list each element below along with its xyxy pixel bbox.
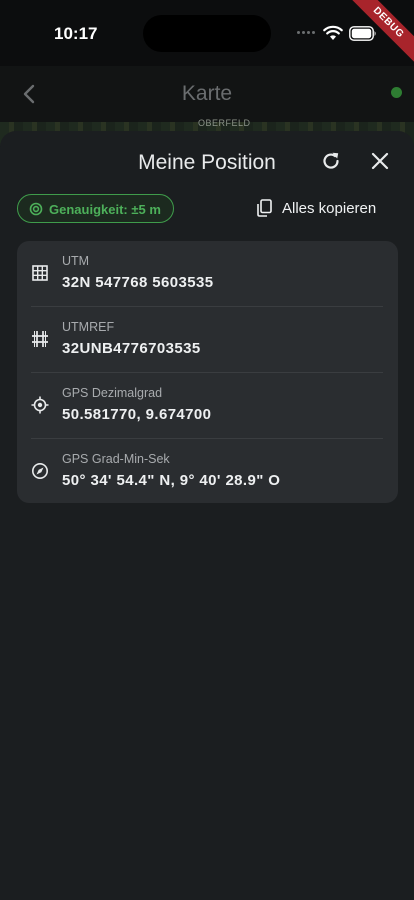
dynamic-island <box>143 15 271 52</box>
coord-label: GPS Dezimalgrad <box>62 386 163 400</box>
close-icon[interactable] <box>370 151 390 171</box>
status-bar: 10:17 DEBUG <box>0 0 414 72</box>
status-time: 10:17 <box>54 24 98 43</box>
coord-label: UTMREF <box>62 320 115 334</box>
target-icon <box>29 202 43 216</box>
signal-icon <box>297 31 317 37</box>
coord-value: 32N 547768 5603535 <box>62 274 214 291</box>
wifi-icon <box>323 25 343 40</box>
hash-grid-icon <box>32 331 48 347</box>
coord-label: GPS Grad-Min-Sek <box>62 452 170 466</box>
copy-icon <box>257 199 272 217</box>
accuracy-badge: Genauigkeit: ±5 m <box>17 194 174 223</box>
app-title: Karte <box>181 82 233 105</box>
coord-value: 50° 34' 54.4" N, 9° 40' 28.9" O <box>62 472 281 489</box>
status-indicator <box>391 87 402 98</box>
coord-row-utmref[interactable]: UTMREF 32UNB4776703535 <box>17 307 398 372</box>
position-sheet: Meine Position Genauigkeit: ±5 m Alles k… <box>0 131 414 900</box>
copy-all-button[interactable]: Alles kopieren <box>252 197 392 221</box>
grid-icon <box>32 265 48 281</box>
battery-icon <box>349 26 376 41</box>
crosshair-icon <box>31 396 49 414</box>
coord-row-decimal[interactable]: GPS Dezimalgrad 50.581770, 9.674700 <box>17 373 398 438</box>
copy-all-label: Alles kopieren <box>282 200 377 217</box>
sheet-title: Meine Position <box>138 151 276 174</box>
coord-value: 32UNB4776703535 <box>62 340 201 357</box>
refresh-icon[interactable] <box>320 150 342 172</box>
coord-row-utm[interactable]: UTM 32N 547768 5603535 <box>17 241 398 306</box>
app-bar: Karte <box>0 66 414 122</box>
compass-icon <box>32 463 48 479</box>
coordinates-card: UTM 32N 547768 5603535 UTMREF 32UNB47767… <box>17 241 398 503</box>
map-place-label: OBERFELD <box>198 118 251 128</box>
coord-row-dms[interactable]: GPS Grad-Min-Sek 50° 34' 54.4" N, 9° 40'… <box>17 439 398 504</box>
accuracy-text: Genauigkeit: ±5 m <box>49 202 161 217</box>
coord-label: UTM <box>62 254 90 268</box>
coord-value: 50.581770, 9.674700 <box>62 406 212 423</box>
